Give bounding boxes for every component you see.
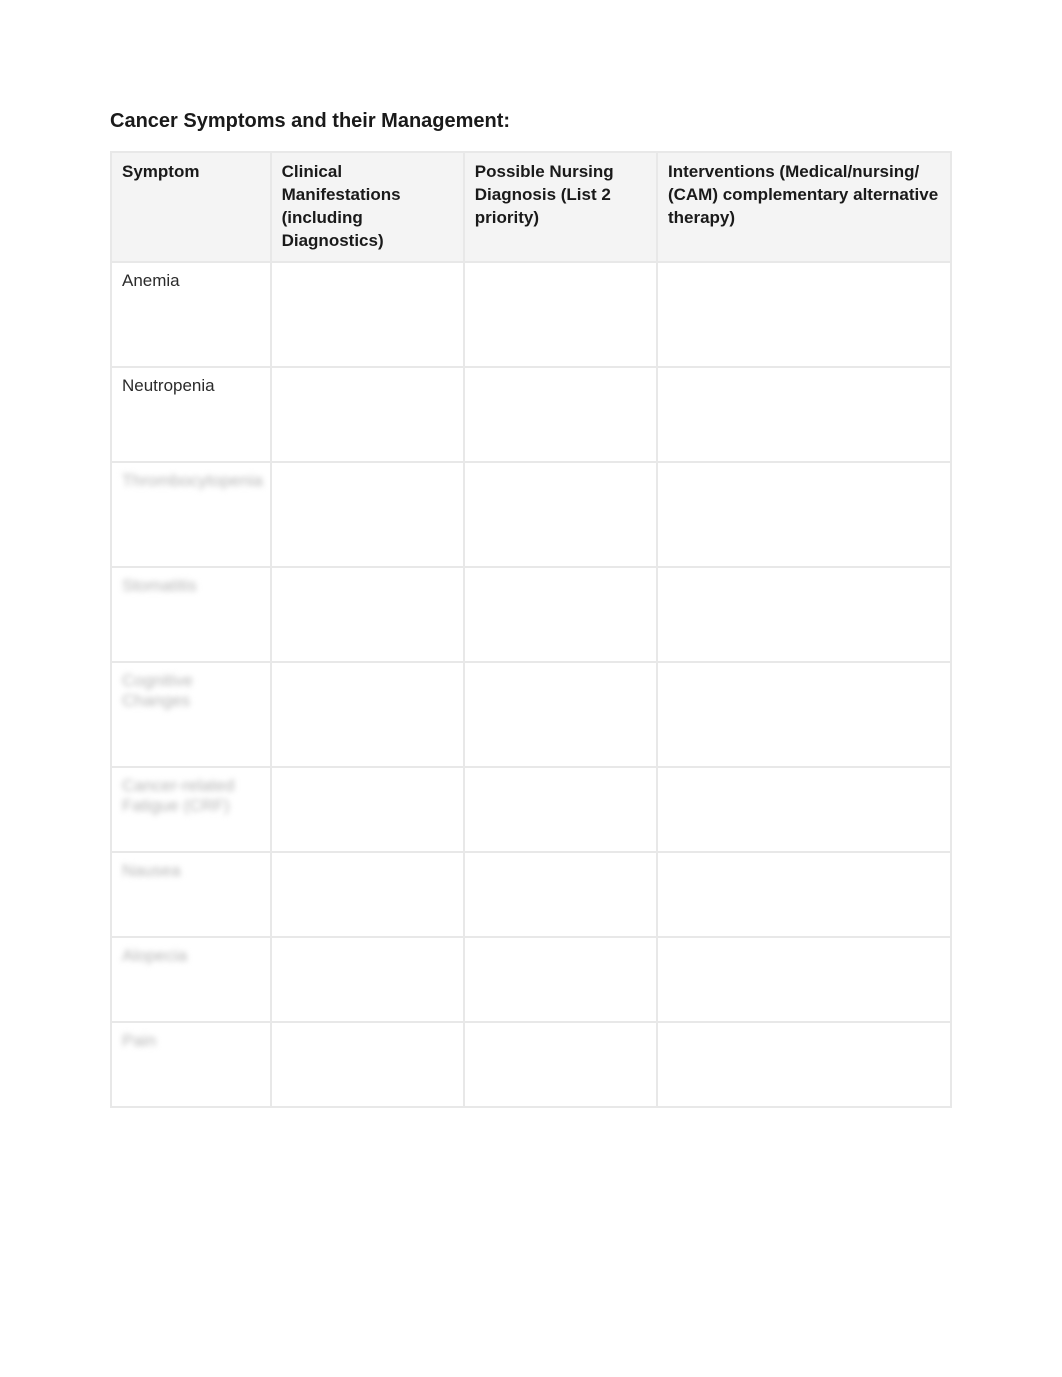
symptom-cell: Cancer-related Fatigue (CRF) xyxy=(111,767,271,852)
empty-cell xyxy=(657,767,951,852)
empty-cell xyxy=(271,462,464,567)
empty-cell xyxy=(271,367,464,462)
empty-cell xyxy=(657,937,951,1022)
empty-cell xyxy=(657,662,951,767)
symptom-cell: Stomatitis xyxy=(111,567,271,662)
empty-cell xyxy=(271,1022,464,1107)
symptom-cell: Thrombocytopenia xyxy=(111,462,271,567)
table-row: Nausea xyxy=(111,852,951,937)
table-row: Neutropenia xyxy=(111,367,951,462)
table-row: Anemia xyxy=(111,262,951,367)
page-title: Cancer Symptoms and their Management: xyxy=(110,110,952,133)
empty-cell xyxy=(271,767,464,852)
table-row: Thrombocytopenia xyxy=(111,462,951,567)
symptom-table: Symptom Clinical Manifestations (includi… xyxy=(110,151,952,1108)
empty-cell xyxy=(271,662,464,767)
empty-cell xyxy=(657,567,951,662)
empty-cell xyxy=(657,262,951,367)
empty-cell xyxy=(657,852,951,937)
table-header-row: Symptom Clinical Manifestations (includi… xyxy=(111,152,951,262)
empty-cell xyxy=(271,852,464,937)
header-interventions: Interventions (Medical/nursing/ (CAM) co… xyxy=(657,152,951,262)
empty-cell xyxy=(464,937,657,1022)
empty-cell xyxy=(271,262,464,367)
symptom-cell: Neutropenia xyxy=(111,367,271,462)
table-body: AnemiaNeutropeniaThrombocytopeniaStomati… xyxy=(111,262,951,1107)
empty-cell xyxy=(464,662,657,767)
empty-cell xyxy=(464,567,657,662)
header-clinical: Clinical Manifestations (including Diagn… xyxy=(271,152,464,262)
empty-cell xyxy=(657,367,951,462)
symptom-cell: Anemia xyxy=(111,262,271,367)
table-row: Cancer-related Fatigue (CRF) xyxy=(111,767,951,852)
empty-cell xyxy=(464,1022,657,1107)
empty-cell xyxy=(464,462,657,567)
empty-cell xyxy=(657,462,951,567)
empty-cell xyxy=(657,1022,951,1107)
table-row: Stomatitis xyxy=(111,567,951,662)
empty-cell xyxy=(271,567,464,662)
table-row: Pain xyxy=(111,1022,951,1107)
empty-cell xyxy=(271,937,464,1022)
header-nursing: Possible Nursing Diagnosis (List 2 prior… xyxy=(464,152,657,262)
symptom-cell: Pain xyxy=(111,1022,271,1107)
table-row: Alopecia xyxy=(111,937,951,1022)
empty-cell xyxy=(464,367,657,462)
table-row: Cognitive Changes xyxy=(111,662,951,767)
empty-cell xyxy=(464,852,657,937)
symptom-cell: Nausea xyxy=(111,852,271,937)
symptom-cell: Cognitive Changes xyxy=(111,662,271,767)
empty-cell xyxy=(464,262,657,367)
empty-cell xyxy=(464,767,657,852)
header-symptom: Symptom xyxy=(111,152,271,262)
symptom-cell: Alopecia xyxy=(111,937,271,1022)
